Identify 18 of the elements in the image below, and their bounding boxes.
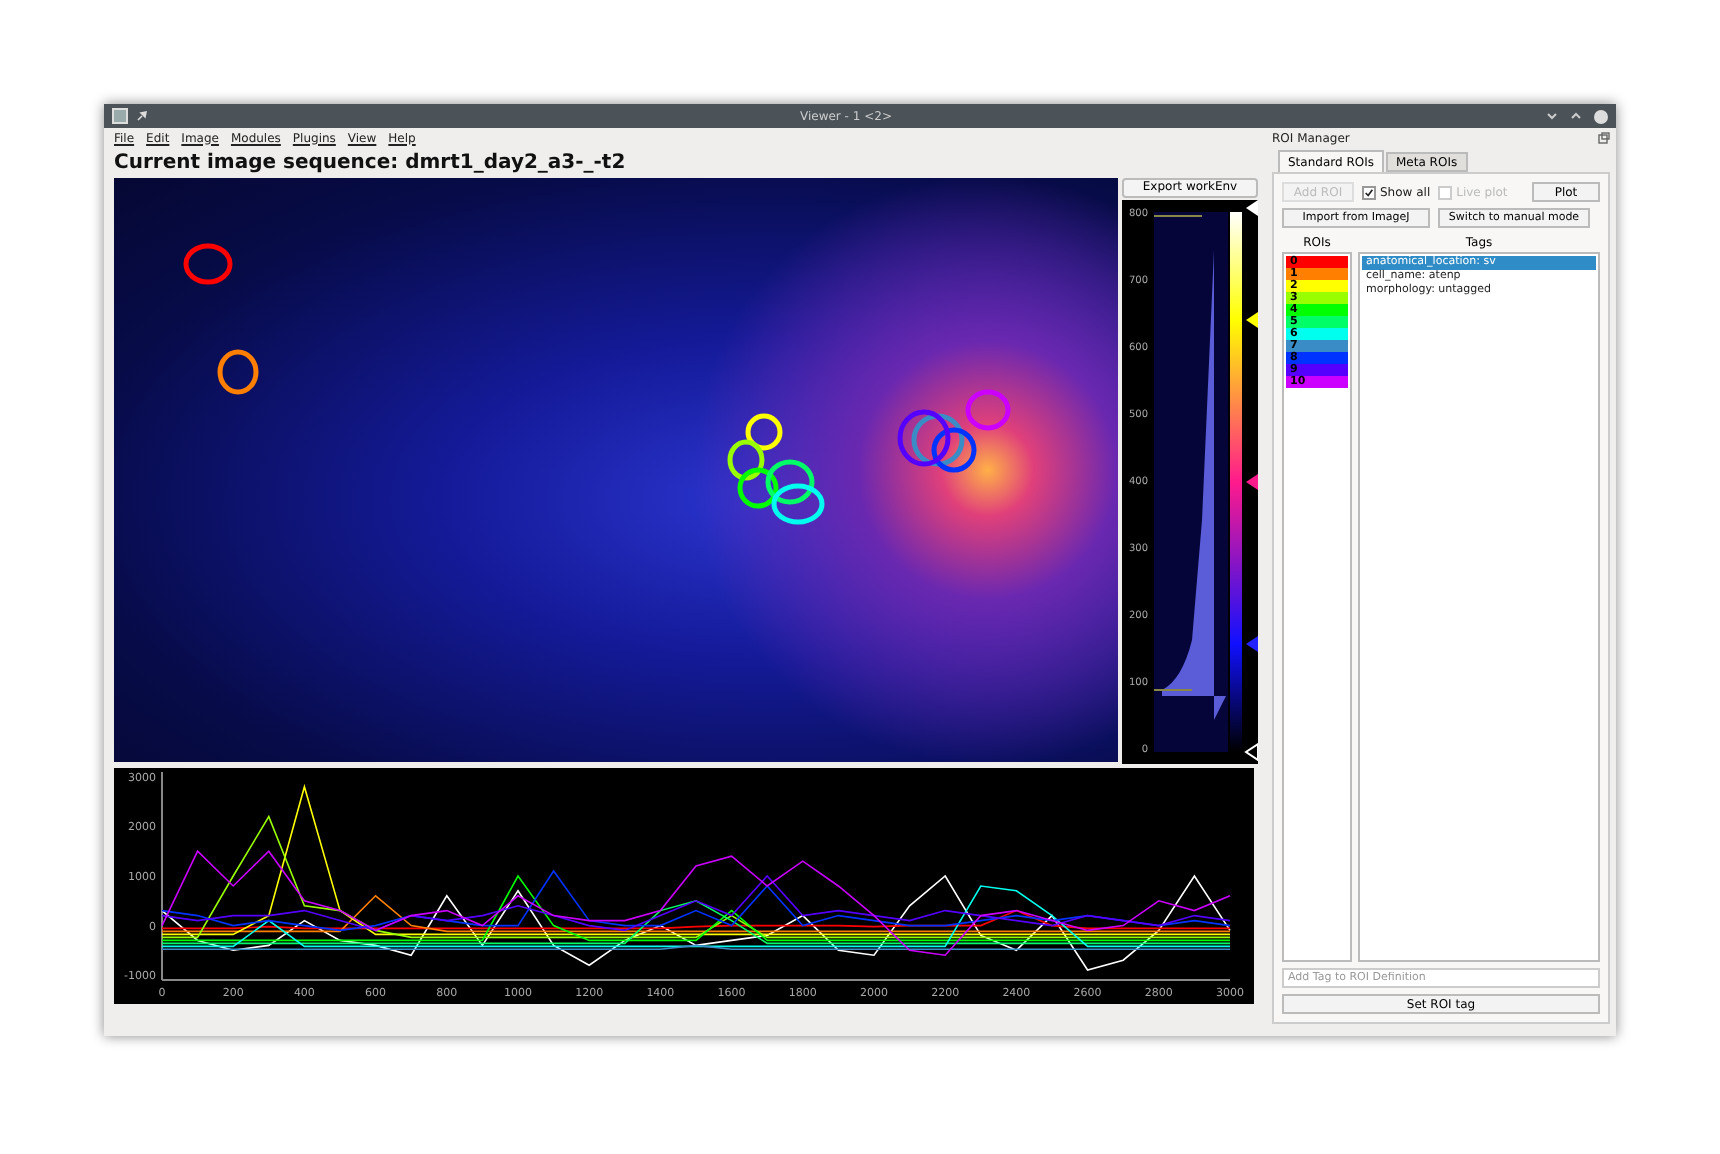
maximize-icon[interactable] — [1570, 112, 1582, 120]
roi-outline — [727, 439, 765, 481]
close-icon[interactable] — [1594, 109, 1608, 123]
roi-outline — [183, 243, 233, 285]
roi-outline — [765, 459, 815, 505]
minimize-icon[interactable] — [1546, 112, 1558, 120]
roi-outline — [745, 413, 783, 451]
sequence-heading: Current image sequence: dmrt1_day2_a3-_-t2 — [114, 150, 628, 178]
roi-outline — [771, 483, 825, 525]
roi-outline — [931, 427, 977, 473]
show-all-checkbox[interactable] — [1362, 185, 1376, 199]
roi-outline — [217, 349, 259, 395]
float-icon[interactable] — [1598, 132, 1610, 144]
roi-outline — [737, 467, 779, 509]
roi-outline — [911, 413, 965, 467]
app-icon — [112, 108, 128, 124]
roi-outline — [965, 389, 1011, 431]
roi-outline — [897, 409, 951, 467]
